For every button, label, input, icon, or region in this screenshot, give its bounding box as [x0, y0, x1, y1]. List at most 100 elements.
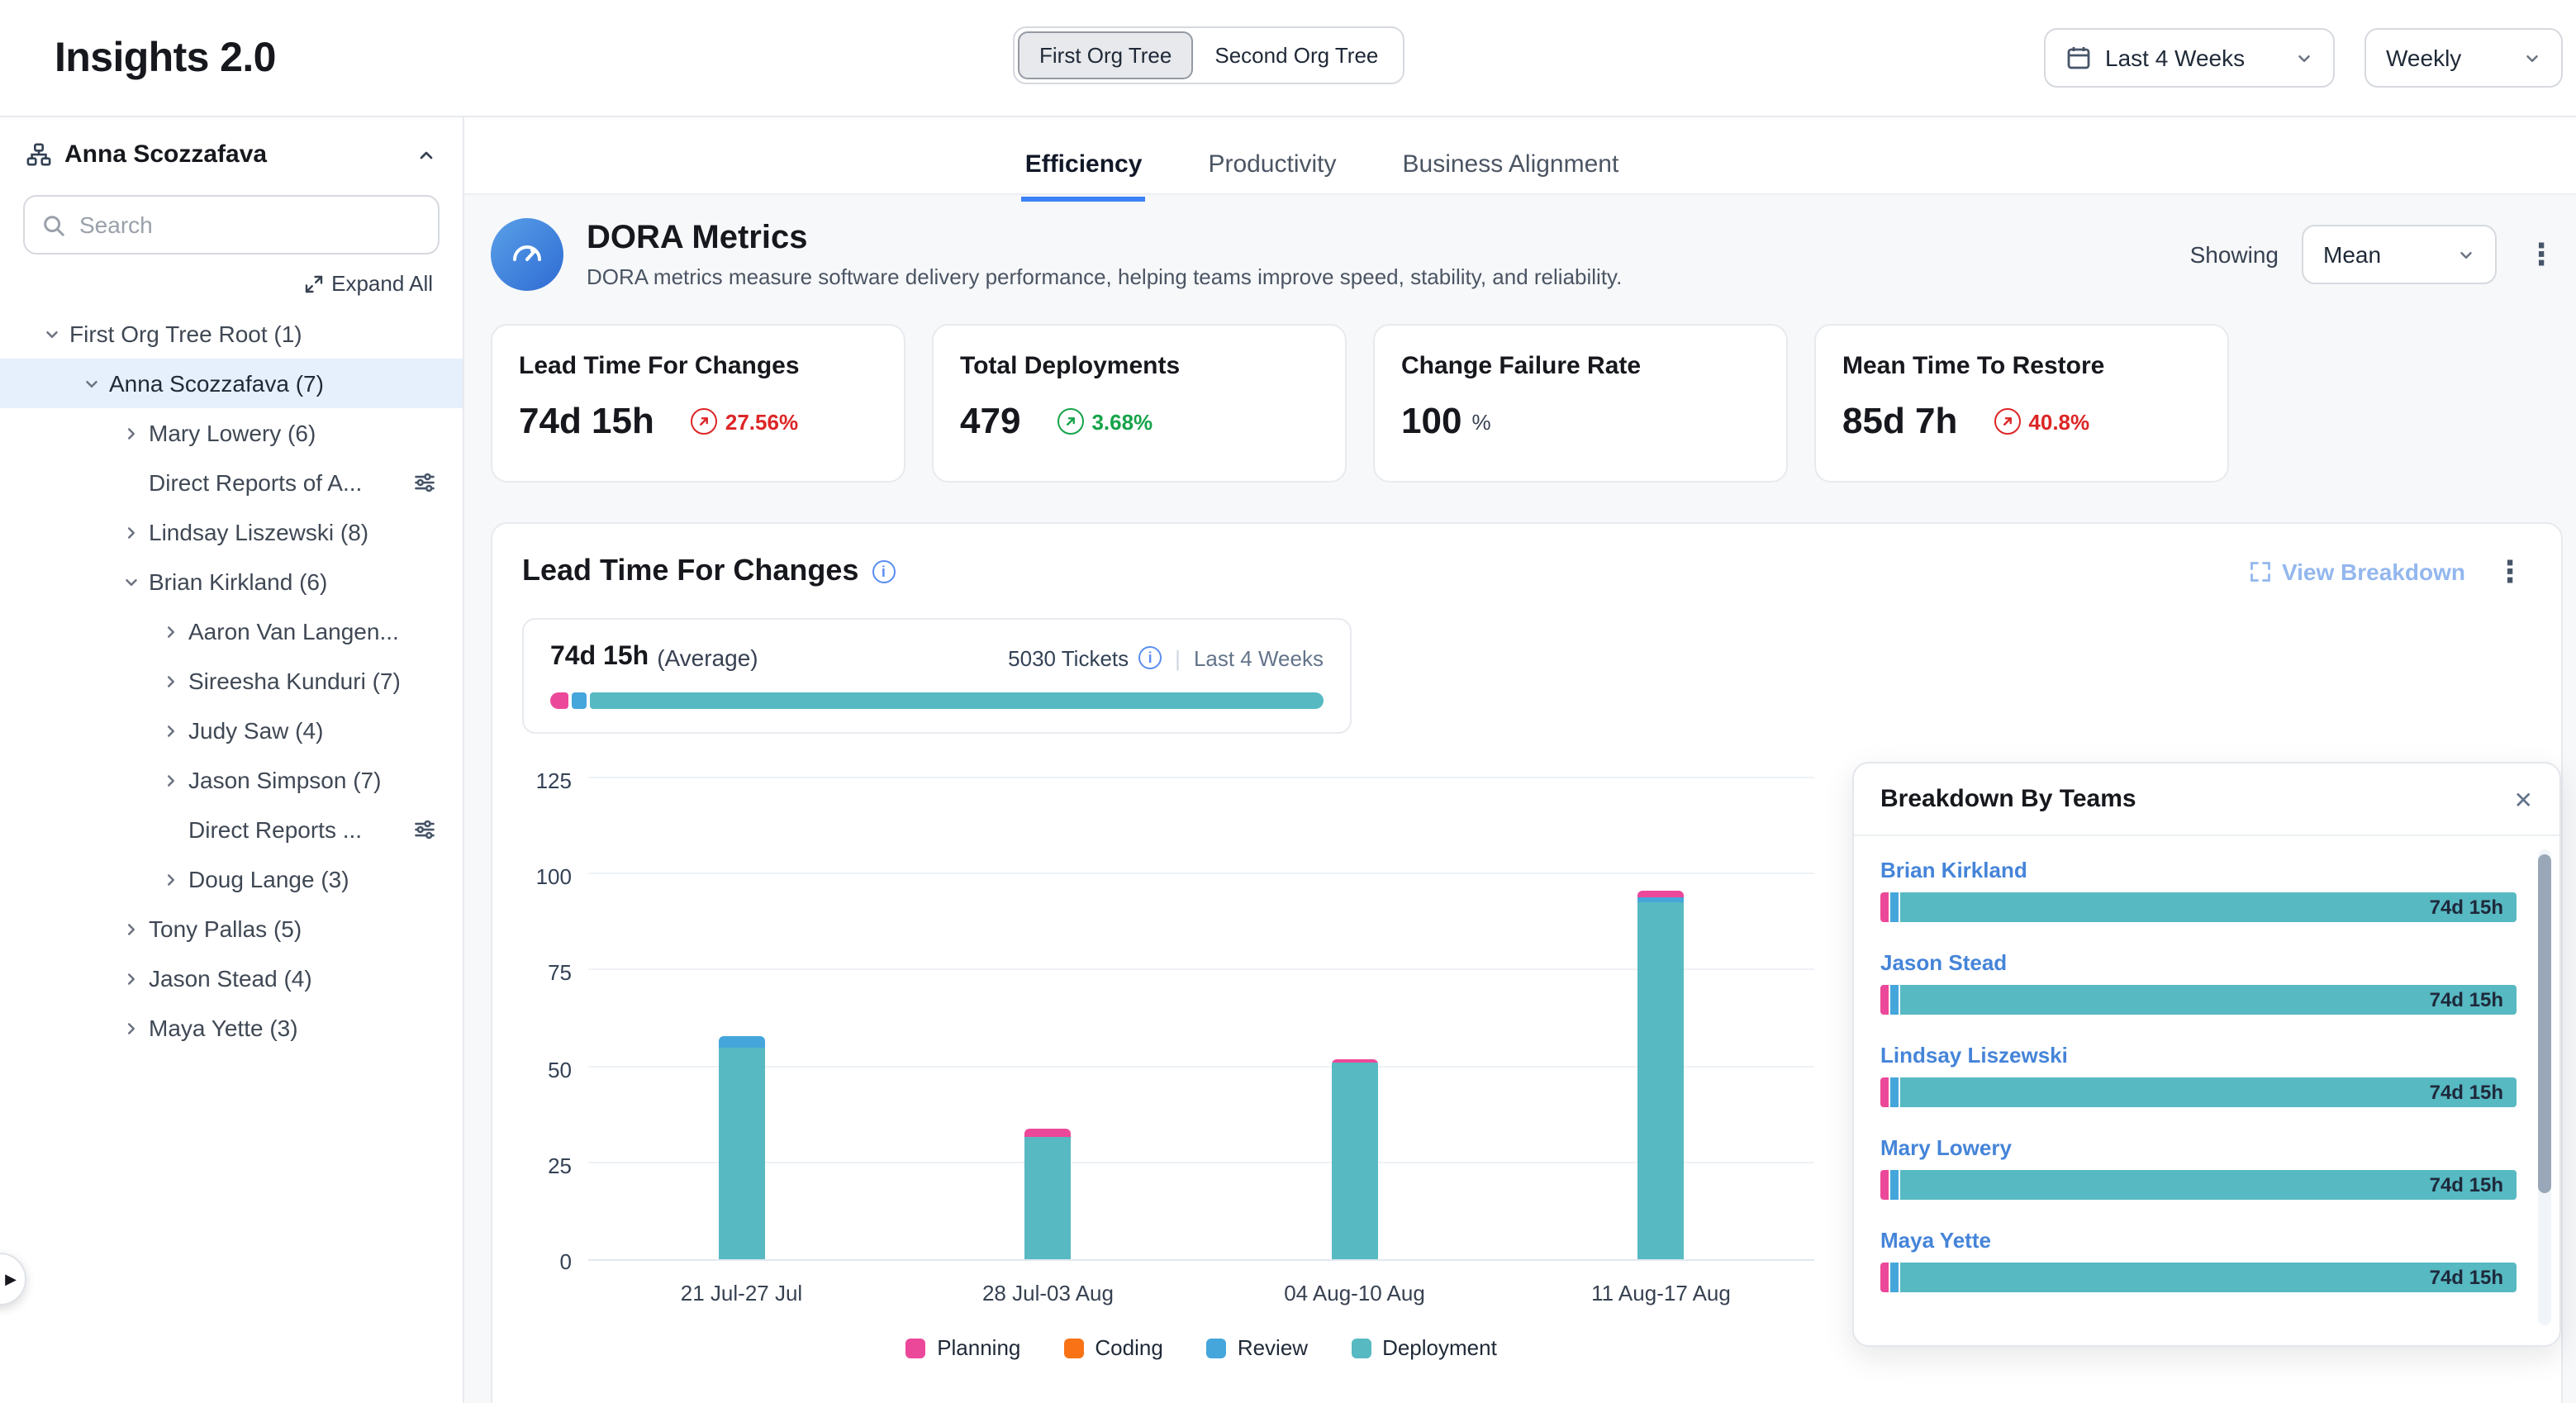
team-name-link[interactable]: Jason Stead: [1880, 950, 2007, 975]
team-bar-segment-deployment: 74d 15h: [1900, 985, 2517, 1015]
metric-delta: 3.68%: [1057, 408, 1153, 435]
chevron-right-icon[interactable]: [122, 424, 149, 442]
breakdown-scrollbar[interactable]: [2538, 849, 2551, 1325]
legend-item-review[interactable]: Review: [1206, 1335, 1308, 1360]
expand-all-label: Expand All: [331, 271, 433, 296]
tree-item-doug-lange-3[interactable]: Doug Lange (3): [0, 854, 463, 904]
chevron-right-icon[interactable]: [162, 622, 188, 640]
tree-item-jason-simpson-7[interactable]: Jason Simpson (7): [0, 755, 463, 805]
tree-item-anna-scozzafava-7[interactable]: Anna Scozzafava (7): [0, 359, 463, 408]
tree-item-mary-lowery-6[interactable]: Mary Lowery (6): [0, 408, 463, 458]
toggle-second-org-tree[interactable]: Second Org Tree: [1193, 31, 1400, 79]
tree-item-jason-stead-4[interactable]: Jason Stead (4): [0, 954, 463, 1003]
lead-time-menu-button[interactable]: ⋮: [2488, 556, 2531, 586]
tree-item-aaron-van-langen[interactable]: Aaron Van Langen...: [0, 606, 463, 656]
tab-business-alignment[interactable]: Business Alignment: [1400, 137, 1623, 202]
legend-item-coding[interactable]: Coding: [1063, 1335, 1162, 1360]
team-bar-segment-planning: [1880, 985, 1889, 1015]
bar-column: [1508, 890, 1814, 1259]
metric-value: 479: [960, 400, 1020, 443]
scrollbar-thumb[interactable]: [2538, 854, 2551, 1193]
legend-item-planning[interactable]: Planning: [905, 1335, 1020, 1360]
team-bar: 74d 15h: [1880, 985, 2517, 1015]
bar-segment-planning: [1638, 890, 1685, 897]
bar-21-jul-27-jul[interactable]: [719, 1036, 765, 1259]
filters-icon[interactable]: [413, 818, 436, 841]
legend-swatch: [1206, 1338, 1226, 1358]
chevron-right-icon[interactable]: [162, 721, 188, 740]
team-bar-segment-review: [1890, 985, 1899, 1015]
x-axis-label: 21 Jul-27 Jul: [588, 1281, 895, 1306]
chevron-right-icon[interactable]: [162, 771, 188, 789]
team-name-link[interactable]: Lindsay Liszewski: [1880, 1043, 2068, 1068]
dora-menu-button[interactable]: ⋮: [2520, 240, 2563, 269]
tree-item-label: Judy Saw (4): [188, 717, 323, 744]
dora-description: DORA metrics measure software delivery p…: [587, 264, 1622, 289]
chevron-right-icon[interactable]: [122, 920, 149, 938]
breakdown-team-lindsay-liszewski: Lindsay Liszewski 74d 15h: [1880, 1041, 2517, 1107]
toggle-first-org-tree[interactable]: First Org Tree: [1018, 31, 1193, 79]
metric-title: Total Deployments: [960, 352, 1319, 380]
chevron-right-icon[interactable]: [122, 1019, 149, 1037]
search-box: [23, 195, 440, 254]
chevron-right-icon[interactable]: [122, 969, 149, 987]
close-icon[interactable]: ✕: [2514, 787, 2533, 811]
y-axis: 0255075100125: [522, 780, 588, 1261]
bar-04-aug-10-aug[interactable]: [1332, 1059, 1378, 1259]
chevron-down-icon: [2523, 49, 2541, 67]
tree-item-label: First Org Tree Root (1): [69, 321, 302, 347]
tree-item-direct-reports-of-a[interactable]: Direct Reports of A...: [0, 458, 463, 507]
info-icon[interactable]: i: [1138, 646, 1162, 669]
expand-all-row: Expand All: [0, 271, 463, 309]
chevron-right-icon[interactable]: [122, 523, 149, 541]
tree-item-direct-reports[interactable]: Direct Reports ...: [0, 805, 463, 854]
tree-item-lindsay-liszewski-8[interactable]: Lindsay Liszewski (8): [0, 507, 463, 557]
y-tick-label: 0: [560, 1249, 572, 1274]
tab-efficiency[interactable]: Efficiency: [1022, 137, 1146, 202]
bar-28-jul-03-aug[interactable]: [1025, 1129, 1072, 1259]
tree-item-tony-pallas-5[interactable]: Tony Pallas (5): [0, 904, 463, 954]
chevron-right-icon[interactable]: [162, 672, 188, 690]
x-axis-label: 28 Jul-03 Aug: [895, 1281, 1201, 1306]
team-bar: 74d 15h: [1880, 1263, 2517, 1292]
bar-segment-deployment: [719, 1048, 765, 1259]
calendar-icon: [2065, 45, 2092, 71]
granularity-value: Weekly: [2386, 45, 2461, 71]
tree-item-brian-kirkland-6[interactable]: Brian Kirkland (6): [0, 557, 463, 606]
breakdown-team-list: Brian Kirkland74d 15hJason Stead74d 15hL…: [1854, 836, 2559, 1292]
team-name-link[interactable]: Mary Lowery: [1880, 1135, 2012, 1160]
granularity-select[interactable]: Weekly: [2365, 28, 2563, 88]
metric-title: Mean Time To Restore: [1842, 352, 2201, 380]
expand-all-button[interactable]: Expand All: [303, 271, 433, 296]
tab-productivity[interactable]: Productivity: [1205, 137, 1339, 202]
tree-item-sireesha-kunduri-7[interactable]: Sireesha Kunduri (7): [0, 656, 463, 706]
chevron-right-icon[interactable]: [162, 870, 188, 888]
chevron-down-icon[interactable]: [122, 573, 149, 591]
aggregation-select[interactable]: Mean: [2302, 225, 2497, 284]
team-name-link[interactable]: Maya Yette: [1880, 1228, 1991, 1253]
metric-delta-value: 40.8%: [2028, 409, 2089, 434]
info-icon[interactable]: i: [872, 559, 895, 583]
view-breakdown-button[interactable]: View Breakdown: [2249, 558, 2465, 584]
team-bar-segment-deployment: 74d 15h: [1900, 1077, 2517, 1107]
breakdown-team-brian-kirkland: Brian Kirkland74d 15h: [1880, 856, 2517, 922]
tree-item-judy-saw-4[interactable]: Judy Saw (4): [0, 706, 463, 755]
chevron-up-icon[interactable]: [416, 145, 436, 164]
tree-item-maya-yette-3[interactable]: Maya Yette (3): [0, 1003, 463, 1053]
bar-11-aug-17-aug[interactable]: [1638, 890, 1685, 1259]
search-input[interactable]: [79, 212, 421, 238]
team-bar-segment-planning: [1880, 1170, 1889, 1200]
chevron-down-icon[interactable]: [83, 374, 109, 392]
expand-corners-icon: [2249, 559, 2272, 583]
legend-item-deployment[interactable]: Deployment: [1351, 1335, 1497, 1360]
chevron-down-icon: [2457, 245, 2475, 264]
tree-item-label: Mary Lowery (6): [149, 420, 316, 446]
legend-label: Deployment: [1382, 1335, 1497, 1360]
tree-item-first-org-tree-root-1[interactable]: First Org Tree Root (1): [0, 309, 463, 359]
filters-icon[interactable]: [413, 471, 436, 494]
chevron-down-icon[interactable]: [43, 325, 69, 343]
sidebar-user-header[interactable]: Anna Scozzafava: [0, 117, 463, 192]
tree-item-label: Doug Lange (3): [188, 866, 349, 892]
date-range-select[interactable]: Last 4 Weeks: [2044, 28, 2335, 88]
team-name-link[interactable]: Brian Kirkland: [1880, 858, 2027, 882]
